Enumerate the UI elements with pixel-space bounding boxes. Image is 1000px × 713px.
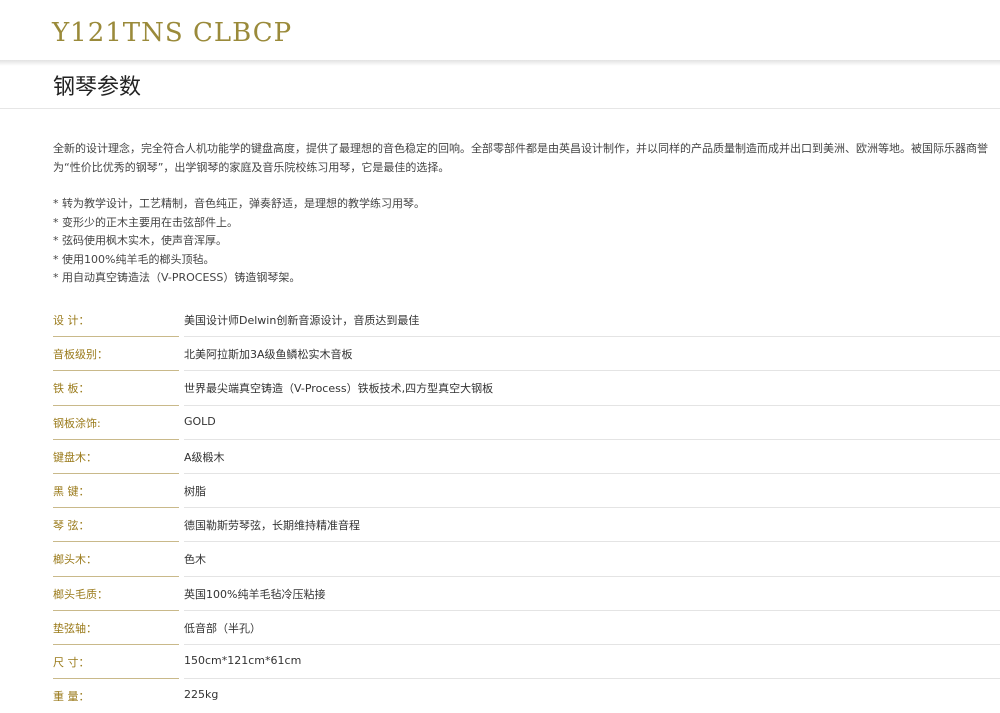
spec-value: 德国勒斯劳琴弦，长期维持精准音程 (184, 519, 360, 533)
intro-paragraph: 全新的设计理念，完全符合人机功能学的键盘高度，提供了最理想的音色稳定的回响。全部… (53, 142, 988, 174)
feature-item: * 使用100%纯羊毛的榔头顶毡。 (53, 252, 215, 266)
spec-table: 设 计： 美国设计师Delwin创新音源设计，音质达到最佳 音板级别： 北美阿拉… (53, 303, 1000, 713)
spec-value: 150cm*121cm*61cm (184, 653, 302, 667)
spec-label: 尺 寸： (53, 655, 90, 669)
spec-row: 垫弦轴： 低音部（半孔） (53, 611, 1000, 645)
model-title: Y121TNS CLBCP (52, 18, 293, 48)
spec-row: 钢板涂饰: GOLD (53, 406, 1000, 440)
spec-label: 设 计： (53, 314, 90, 327)
spec-row: 琴 弦： 德国勒斯劳琴弦，长期维持精准音程 (53, 508, 1000, 543)
feature-item: * 弦码使用枫木实木，使声音浑厚。 (53, 234, 227, 248)
spec-value: 世界最尖端真空铸造（V-Process）铁板技术,四方型真空大钢板 (184, 382, 494, 396)
spec-label: 铁 板： (53, 382, 90, 396)
spec-value: 美国设计师Delwin创新音源设计，音质达到最佳 (184, 314, 420, 327)
spec-row: 黑 键： 树脂 (53, 474, 1000, 509)
spec-row: 音板级别： 北美阿拉斯加3A级鱼鳞松实木音板 (53, 337, 1000, 372)
spec-label: 榔头木： (53, 553, 97, 567)
feature-item: * 变形少的正木主要用在击弦部件上。 (53, 215, 238, 229)
feature-item: * 用自动真空铸造法（V-PROCESS）铸造钢琴架。 (53, 271, 301, 285)
spec-value: 色木 (184, 553, 206, 567)
spec-label: 键盘木： (53, 450, 97, 464)
spec-label: 钢板涂饰: (53, 416, 101, 430)
spec-row: 键盘木： A级椴木 (53, 440, 1000, 474)
header-shadow (0, 60, 1000, 66)
spec-value: GOLD (184, 414, 216, 428)
spec-value: 树脂 (184, 484, 206, 498)
section-divider (0, 108, 1000, 109)
spec-label: 垫弦轴： (53, 621, 97, 635)
spec-row: 榔头毛质： 英国100%纯羊毛毡冷压粘接 (53, 577, 1000, 611)
spec-row: 榔头木： 色木 (53, 542, 1000, 577)
spec-row: 铁 板： 世界最尖端真空铸造（V-Process）铁板技术,四方型真空大钢板 (53, 371, 1000, 406)
spec-row: 尺 寸： 150cm*121cm*61cm (53, 645, 1000, 680)
spec-label: 琴 弦： (53, 519, 90, 533)
feature-item: * 转为教学设计，工艺精制，音色纯正，弹奏舒适，是理想的教学练习用琴。 (53, 197, 425, 210)
spec-value: 英国100%纯羊毛毡冷压粘接 (184, 587, 326, 601)
spec-value: 北美阿拉斯加3A级鱼鳞松实木音板 (184, 348, 353, 362)
spec-label: 榔头毛质： (53, 587, 108, 601)
spec-row: 设 计： 美国设计师Delwin创新音源设计，音质达到最佳 (53, 303, 1000, 338)
section-title: 钢琴参数 (53, 75, 142, 100)
spec-value: A级椴木 (184, 450, 225, 464)
spec-row: 重 量： 225kg (53, 679, 1000, 713)
top-header: Y121TNS CLBCP (0, 0, 1000, 60)
spec-label: 重 量： (53, 690, 90, 704)
spec-label: 音板级别： (53, 348, 108, 362)
spec-value: 225kg (184, 688, 219, 702)
spec-value: 低音部（半孔） (184, 621, 261, 635)
feature-list: * 转为教学设计，工艺精制，音色纯正，弹奏舒适，是理想的教学练习用琴。 * 变形… (53, 195, 953, 288)
spec-label: 黑 键： (53, 484, 90, 498)
